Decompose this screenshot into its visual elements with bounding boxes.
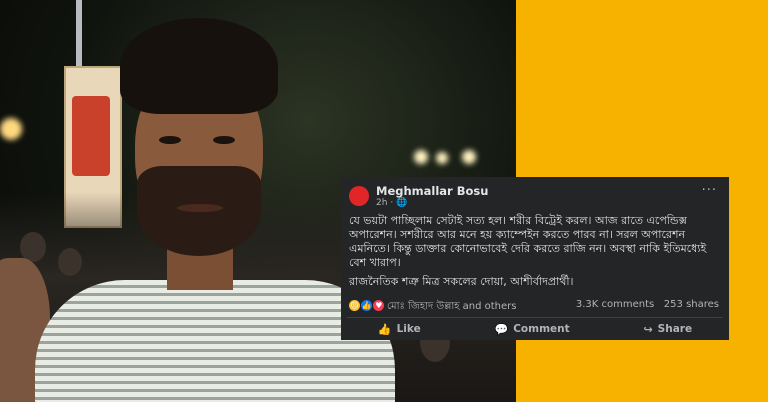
comment-label: Comment (513, 323, 570, 335)
sad-icon: ☹ (349, 300, 360, 311)
globe-icon: · 🌐 (390, 198, 408, 208)
post-actions: 👍 Like 💬 Comment ↪ Share (341, 319, 729, 339)
post-stats: 3.3K comments 253 shares (576, 299, 719, 310)
pole (76, 0, 82, 70)
love-icon: ♥ (373, 300, 385, 311)
divider (347, 317, 723, 318)
eye (159, 136, 181, 144)
light-glow (436, 152, 448, 164)
share-label: Share (657, 323, 693, 335)
comment-button[interactable]: 💬 Comment (495, 319, 570, 339)
comments-count[interactable]: 3.3K comments (576, 299, 654, 310)
author-name[interactable]: Meghmallar Bosu (376, 184, 488, 198)
reaction-icons[interactable]: ☹ 👍 ♥ (349, 300, 385, 311)
light-glow (0, 118, 22, 140)
light-glow (414, 150, 428, 164)
like-label: Like (396, 323, 421, 335)
post-text-paragraph: রাজনৈতিক শত্রু মিত্র সকলের দোয়া, আশীর্ব… (349, 275, 574, 288)
facebook-post-card: Meghmallar Bosu 2h · 🌐 ··· যে ভয়টা পাচ্… (341, 177, 729, 340)
reactions-bar: ☹ 👍 ♥ মোঃ জিহাদ উল্লাহ and others 3.3K c… (349, 299, 723, 313)
post-time[interactable]: 2h (376, 198, 387, 208)
share-button[interactable]: ↪ Share (643, 319, 692, 339)
more-options-icon[interactable]: ··· (702, 183, 717, 198)
mouth (177, 204, 223, 212)
shares-count[interactable]: 253 shares (664, 299, 719, 310)
post-body: যে ভয়টা পাচ্ছিলাম সেটাই সত্য হল। শরীর ব… (349, 214, 723, 294)
thumbs-up-icon: 👍 (377, 322, 392, 336)
post-meta: 2h · 🌐 (376, 198, 407, 208)
avatar[interactable] (349, 186, 369, 206)
light-glow (462, 150, 476, 164)
post-text-paragraph: যে ভয়টা পাচ্ছিলাম সেটাই সত্য হল। শরীর ব… (349, 214, 707, 269)
share-icon: ↪ (643, 322, 653, 336)
eye (213, 136, 235, 144)
reacted-by[interactable]: মোঃ জিহাদ উল্লাহ and others (387, 299, 517, 316)
like-icon: 👍 (361, 300, 373, 311)
hair (120, 18, 278, 114)
comment-icon: 💬 (494, 322, 509, 336)
like-button[interactable]: 👍 Like (378, 319, 421, 339)
